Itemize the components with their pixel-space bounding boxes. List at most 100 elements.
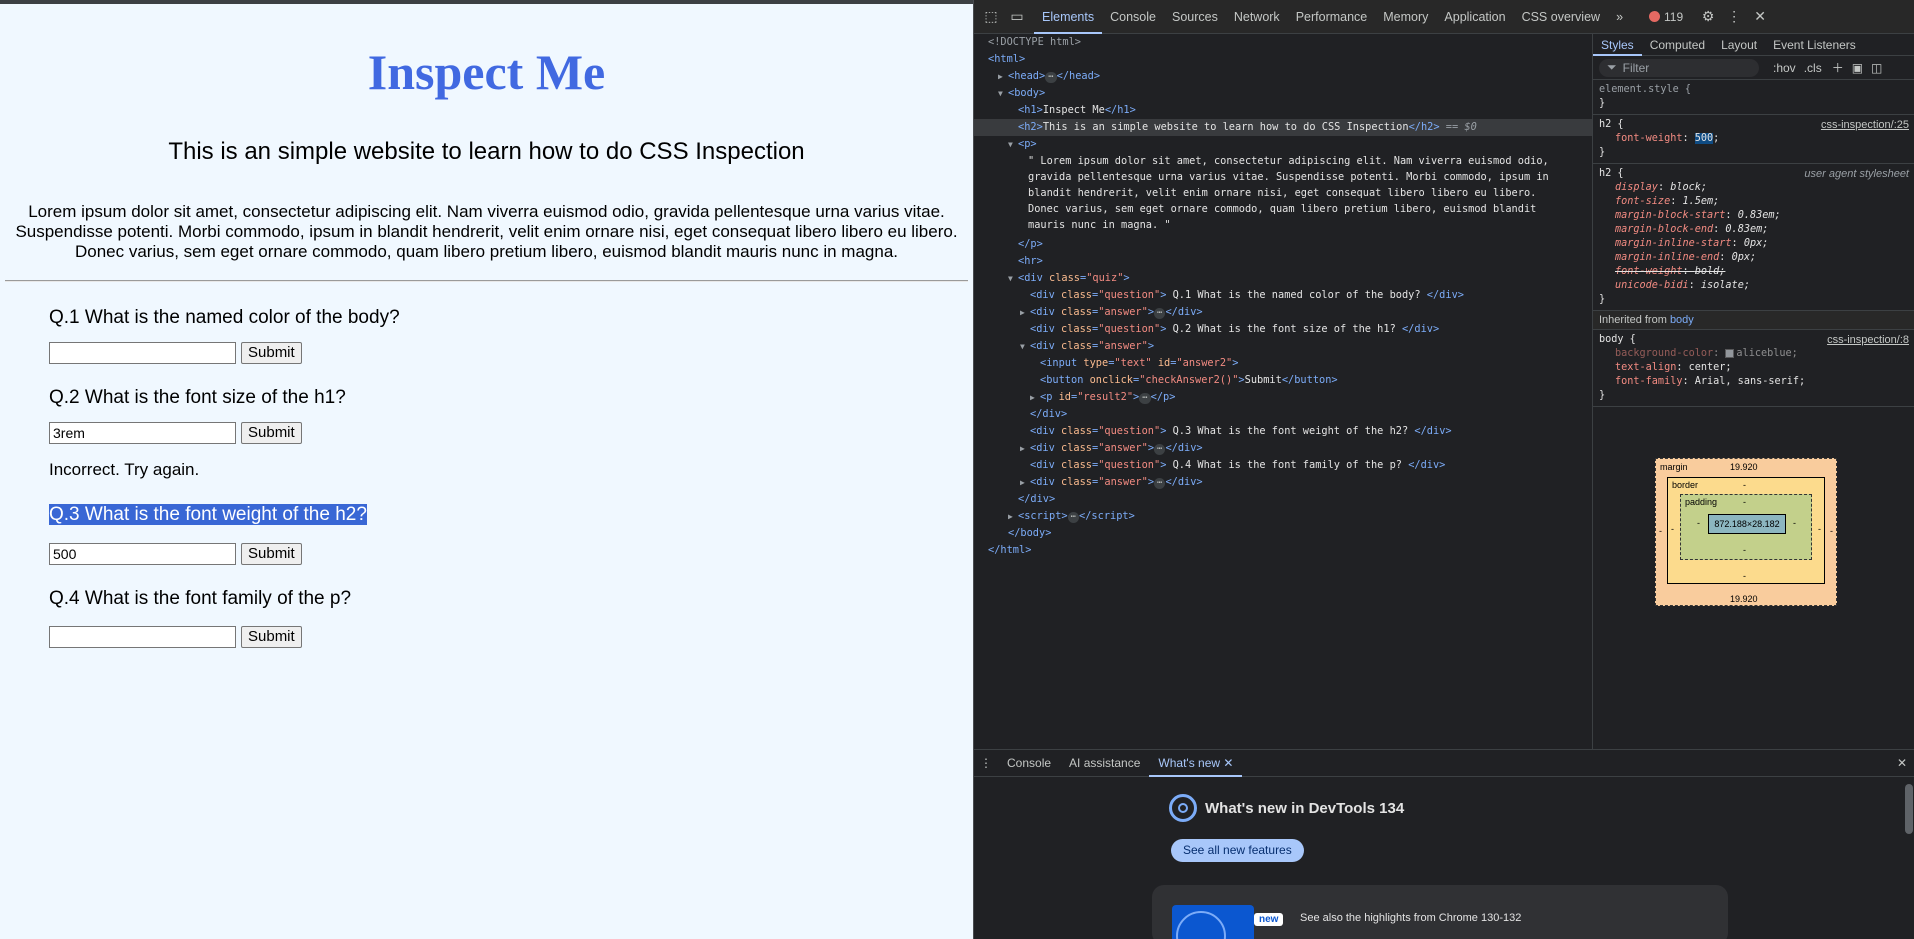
dom-body[interactable]: ▼ <body>	[998, 85, 1045, 102]
new-rule-icon[interactable]: ＋	[1832, 59, 1844, 76]
dom-p[interactable]: ▼ <p>	[1008, 136, 1037, 153]
body-rule[interactable]: body { css-inspection/:8 background-colo…	[1593, 330, 1914, 407]
dom-answer-4[interactable]: ▶ <div class="answer"> ⋯ </div>	[1020, 474, 1203, 491]
dom-p-close[interactable]: </p>	[1018, 236, 1043, 253]
dom-hr[interactable]: <hr>	[1018, 253, 1043, 270]
element-style-rule[interactable]: element.style { }	[1593, 80, 1914, 115]
dom-result-p[interactable]: ▶ <p id="result2"> ⋯ </p>	[1030, 389, 1175, 406]
h2-user-agent-rule[interactable]: h2 { user agent stylesheet display: bloc…	[1593, 164, 1914, 311]
dom-question-3[interactable]: <div class="question"> Q.3 What is the f…	[1030, 423, 1452, 440]
dom-answer-2-close[interactable]: </div>	[1030, 406, 1067, 423]
settings-gear-icon[interactable]: ⚙	[1699, 8, 1717, 26]
tab-css-overview[interactable]: CSS overview	[1514, 0, 1609, 34]
answer-4: Submit	[49, 626, 973, 648]
paint-icon[interactable]: ▣	[1852, 61, 1863, 75]
sidebar-toggle-icon[interactable]: ◫	[1871, 61, 1882, 75]
intro-paragraph: Lorem ipsum dolor sit amet, consectetur …	[15, 202, 958, 261]
question-3: Q.3 What is the font weight of the h2?	[49, 504, 973, 526]
dom-p-text-2: gravida pellentesque urna varius vitae. …	[1028, 171, 1549, 183]
expand-triangle-icon[interactable]: ▶	[998, 68, 1008, 85]
answer-3-submit-button[interactable]: Submit	[241, 543, 302, 565]
close-drawer-icon[interactable]: ✕	[1897, 756, 1907, 770]
answer-2-result: Incorrect. Try again.	[49, 460, 200, 479]
dom-p-text-5: mauris nunc in magna. "	[1028, 219, 1171, 231]
drawer-scrollbar[interactable]	[1905, 784, 1913, 834]
dom-body-close[interactable]: </body>	[1008, 525, 1051, 542]
dom-input[interactable]: <input type="text" id="answer2">	[1040, 355, 1238, 372]
error-counter[interactable]: 119	[1649, 10, 1683, 24]
h2-rule-source-link[interactable]: css-inspection/:25	[1821, 118, 1909, 132]
chrome-devtools-logo-icon	[1169, 794, 1197, 822]
page-subheading: This is an simple website to learn how t…	[168, 138, 805, 165]
dom-p-text-3: blandit hendrerit, velit enim ornare nis…	[1028, 187, 1537, 199]
dom-doctype[interactable]: <!DOCTYPE html>	[988, 34, 1081, 51]
dom-button[interactable]: <button onclick="checkAnswer2()">Submit<…	[1040, 372, 1338, 389]
dom-answer-2[interactable]: ▼ <div class="answer">	[1020, 338, 1154, 355]
drawer-menu-icon[interactable]: ⋮	[974, 756, 998, 770]
tab-styles[interactable]: Styles	[1593, 34, 1642, 56]
hover-state-toggle[interactable]: :hov	[1773, 61, 1796, 75]
answer-4-input[interactable]	[49, 626, 236, 648]
dom-script[interactable]: ▶ <script> ⋯ </script>	[1008, 508, 1135, 525]
question-2: Q.2 What is the font size of the h1?	[49, 387, 346, 408]
drawer-tab-ai-assistance[interactable]: AI assistance	[1060, 750, 1149, 777]
tab-elements[interactable]: Elements	[1034, 0, 1103, 34]
see-all-features-button[interactable]: See all new features	[1171, 839, 1304, 862]
quiz: Q.1 What is the named color of the body?…	[0, 307, 973, 648]
dom-question-1[interactable]: <div class="question"> Q.1 What is the n…	[1030, 287, 1464, 304]
tab-sources[interactable]: Sources	[1164, 0, 1226, 34]
highlights-card[interactable]: new See also the highlights from Chrome …	[1152, 885, 1728, 939]
device-toolbar-icon[interactable]: ▭	[1008, 8, 1026, 26]
answer-2-submit-button[interactable]: Submit	[241, 422, 302, 444]
tab-network[interactable]: Network	[1226, 0, 1288, 34]
dom-html[interactable]: <html>	[988, 51, 1025, 68]
dom-head[interactable]: ▶ <head> ⋯ </head>	[998, 68, 1100, 85]
tab-computed[interactable]: Computed	[1642, 34, 1713, 56]
more-tabs-button[interactable]: »	[1608, 0, 1631, 34]
answer-1-submit-button[interactable]: Submit	[241, 342, 302, 364]
webpage: Inspect Me This is an simple website to …	[0, 0, 973, 939]
class-toggle[interactable]: .cls	[1804, 61, 1822, 75]
tab-memory[interactable]: Memory	[1375, 0, 1436, 34]
answer-1: Submit	[49, 342, 973, 364]
tab-performance[interactable]: Performance	[1288, 0, 1376, 34]
styles-filter-row: ⏷ Filter :hov .cls ＋ ▣ ◫	[1593, 56, 1914, 80]
dom-quiz-close[interactable]: </div>	[1018, 491, 1055, 508]
dom-answer-1[interactable]: ▶ <div class="answer"> ⋯ </div>	[1020, 304, 1203, 321]
answer-2: Submit	[49, 422, 973, 444]
collapse-triangle-icon[interactable]: ▼	[998, 85, 1008, 102]
dom-h2-selected[interactable]: <h2>This is an simple website to learn h…	[974, 119, 1592, 136]
dom-html-close[interactable]: </html>	[988, 542, 1031, 559]
answer-3-input[interactable]	[49, 543, 236, 565]
highlights-text: See also the highlights from Chrome 130-…	[1300, 912, 1522, 924]
close-tab-icon[interactable]: ✕	[1223, 756, 1233, 770]
drawer-tab-whats-new[interactable]: What's new ✕	[1149, 750, 1243, 777]
h2-author-rule[interactable]: h2 { css-inspection/:25 font-weight: 500…	[1593, 115, 1914, 164]
tab-layout[interactable]: Layout	[1713, 34, 1765, 56]
drawer-tab-console[interactable]: Console	[998, 750, 1060, 777]
answer-1-input[interactable]	[49, 342, 236, 364]
tab-console[interactable]: Console	[1102, 0, 1164, 34]
close-devtools-icon[interactable]: ✕	[1751, 8, 1769, 26]
inherited-from-header: Inherited from body	[1593, 311, 1914, 330]
dom-question-4[interactable]: <div class="question"> Q.4 What is the f…	[1030, 457, 1445, 474]
tab-application[interactable]: Application	[1436, 0, 1513, 34]
horizontal-rule	[5, 280, 968, 282]
dom-question-2[interactable]: <div class="question"> Q.2 What is the f…	[1030, 321, 1439, 338]
tab-event-listeners[interactable]: Event Listeners	[1765, 34, 1864, 56]
dom-h1[interactable]: <h1>Inspect Me</h1>	[1018, 102, 1136, 119]
inspect-element-icon[interactable]: ⬚	[982, 8, 1000, 26]
box-model-border: border - - - - padding - - - - 872.188×2…	[1667, 477, 1825, 584]
body-rule-source-link[interactable]: css-inspection/:8	[1827, 333, 1909, 347]
inherited-from-link[interactable]: body	[1670, 314, 1694, 326]
devtools-drawer: ⋮ Console AI assistance What's new ✕ ✕ W…	[974, 749, 1914, 939]
styles-filter-input[interactable]: ⏷ Filter	[1599, 58, 1759, 77]
box-model-padding: padding - - - - 872.188×28.182	[1680, 494, 1812, 560]
dom-quiz-div[interactable]: ▼ <div class="quiz">	[1008, 270, 1130, 287]
color-swatch[interactable]	[1725, 348, 1735, 358]
answer-2-input[interactable]	[49, 422, 236, 444]
user-agent-source: user agent stylesheet	[1804, 168, 1909, 180]
dom-answer-3[interactable]: ▶ <div class="answer"> ⋯ </div>	[1020, 440, 1203, 457]
more-options-icon[interactable]: ⋮	[1725, 8, 1743, 26]
answer-4-submit-button[interactable]: Submit	[241, 626, 302, 648]
